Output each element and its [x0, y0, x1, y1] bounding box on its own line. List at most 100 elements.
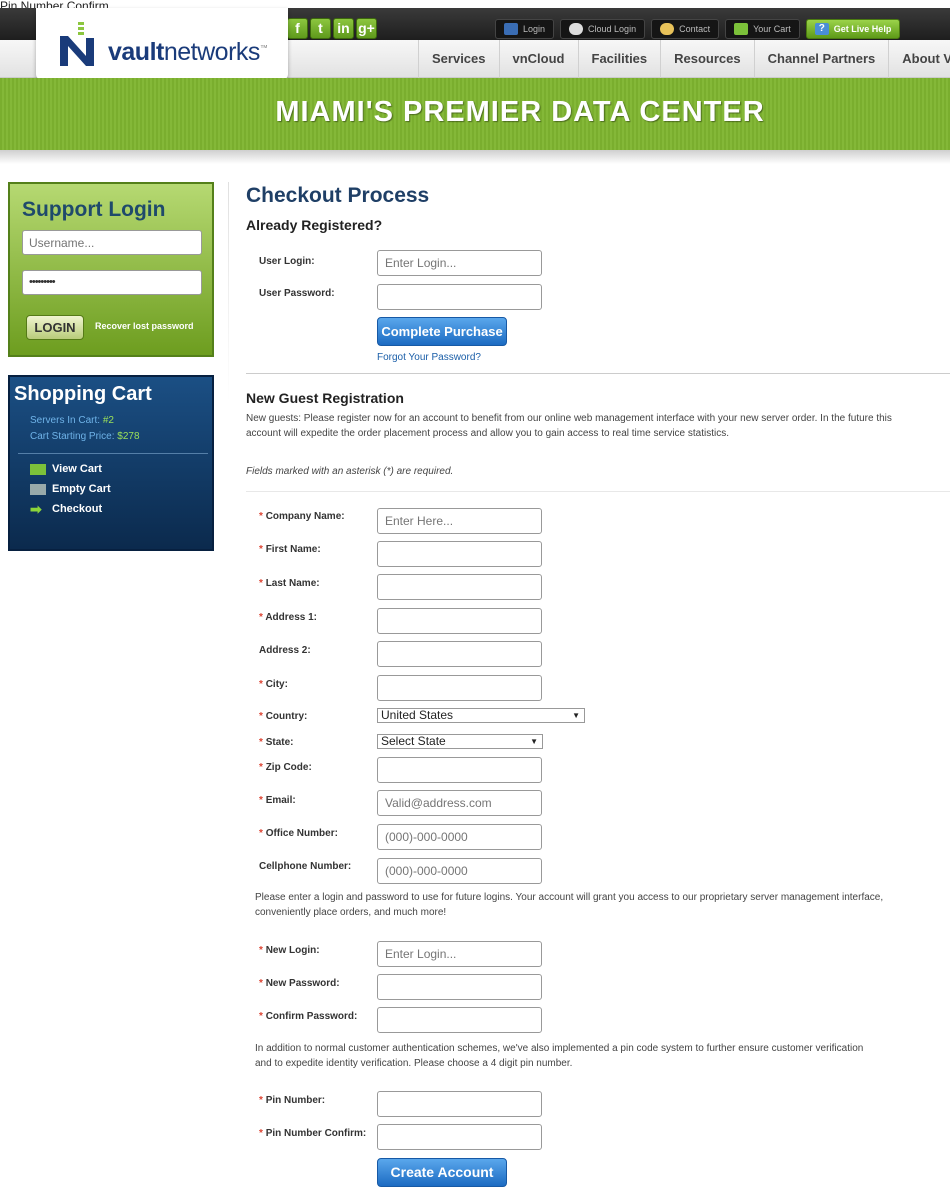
brand-name: vaultnetworks™ [108, 38, 268, 66]
view-cart-link[interactable]: View Cart [30, 463, 102, 475]
cloud-login-link[interactable]: Cloud Login [560, 19, 646, 39]
nav-about-vn[interactable]: About VN [888, 40, 950, 78]
support-login-title: Support Login [22, 198, 166, 221]
support-login-panel: Support Login ••••••••• LOGIN Recover lo… [8, 182, 214, 357]
linkedin-icon[interactable]: in [333, 18, 354, 39]
hero-banner: MIAMI'S PREMIER DATA CENTER [0, 78, 950, 150]
pin-confirm-input[interactable] [377, 1124, 542, 1150]
new-login-label: * New Login: [259, 945, 320, 956]
user-password-input[interactable] [377, 284, 542, 310]
address1-input[interactable] [377, 608, 542, 634]
office-number-input[interactable] [377, 824, 542, 850]
login-button[interactable]: LOGIN [26, 315, 84, 340]
checkout-main: Checkout Process Already Registered? Use… [246, 184, 950, 1187]
guest-heading: New Guest Registration [246, 390, 404, 406]
nav-resources[interactable]: Resources [660, 40, 753, 78]
new-password-input[interactable] [377, 974, 542, 1000]
address2-input[interactable] [377, 641, 542, 667]
office-number-label: * Office Number: [259, 828, 338, 839]
live-help-button[interactable]: ? Get Live Help [805, 19, 901, 39]
email-label: * Email: [259, 795, 296, 806]
login-info-line-2: conveniently place orders, and much more… [255, 907, 447, 918]
pin-info-line-1: In addition to normal customer authentic… [255, 1043, 864, 1054]
email-input[interactable] [377, 790, 542, 816]
column-divider [228, 182, 229, 402]
user-login-label: User Login: [259, 256, 315, 267]
googleplus-icon[interactable]: g+ [356, 18, 377, 39]
empty-cart-icon [30, 483, 46, 495]
cart-icon [30, 463, 46, 475]
guest-intro-line-2: account will expedite the order placemen… [246, 428, 730, 439]
password-input[interactable]: ••••••••• [22, 270, 202, 295]
form-divider [246, 491, 950, 492]
servers-in-cart: Servers In Cart: #2 [30, 415, 114, 426]
new-login-input[interactable] [377, 941, 542, 967]
required-note: Fields marked with an asterisk (*) are r… [246, 466, 454, 477]
nav-channel-partners[interactable]: Channel Partners [753, 40, 889, 78]
pin-number-label: * Pin Number: [259, 1095, 326, 1106]
pin-number-input[interactable] [377, 1091, 542, 1117]
confirm-password-label: * Confirm Password: [259, 1011, 358, 1022]
last-name-label: * Last Name: [259, 578, 320, 589]
pin-confirm-label: * Pin Number Confirm: [259, 1128, 367, 1139]
twitter-icon[interactable]: t [310, 18, 331, 39]
banner-shadow [0, 150, 950, 164]
registered-heading: Already Registered? [246, 217, 383, 233]
nav-facilities[interactable]: Facilities [577, 40, 661, 78]
new-password-label: * New Password: [259, 978, 340, 989]
country-select[interactable]: United States ▼ [377, 708, 585, 723]
nav-services[interactable]: Services [418, 40, 499, 78]
company-input[interactable] [377, 508, 542, 534]
cloud-icon [569, 23, 584, 35]
cart-icon [734, 23, 749, 35]
last-name-input[interactable] [377, 574, 542, 600]
state-select[interactable]: Select State ▼ [377, 734, 543, 749]
banner-title: MIAMI'S PREMIER DATA CENTER [275, 96, 765, 128]
site-logo[interactable]: vaultnetworks™ [36, 8, 288, 80]
user-login-input[interactable] [377, 250, 542, 276]
address1-label: * Address 1: [259, 612, 318, 623]
state-label: * State: [259, 737, 294, 748]
complete-purchase-button[interactable]: Complete Purchase [377, 317, 507, 346]
checkout-link[interactable]: ➡ Checkout [30, 500, 102, 517]
top-links: Login Cloud Login Contact Your Cart ? Ge… [495, 19, 901, 39]
shopping-cart-title: Shopping Cart [14, 383, 152, 405]
vault-n-icon [60, 22, 94, 66]
cart-starting-price: Cart Starting Price: $278 [30, 431, 140, 442]
forgot-password-link[interactable]: Forgot Your Password? [377, 352, 481, 363]
contact-link[interactable]: Contact [651, 19, 720, 39]
username-input[interactable] [22, 230, 202, 255]
city-label: * City: [259, 679, 288, 690]
cellphone-input[interactable] [377, 858, 542, 884]
your-cart-link[interactable]: Your Cart [725, 19, 800, 39]
dropdown-arrow-icon: ▼ [530, 737, 538, 746]
section-divider [246, 373, 950, 374]
cellphone-label: Cellphone Number: [259, 861, 352, 872]
dropdown-arrow-icon: ▼ [572, 711, 580, 720]
social-links: f t in g+ [287, 18, 377, 39]
address2-label: Address 2: [259, 645, 311, 656]
contact-icon [660, 23, 675, 35]
zip-label: * Zip Code: [259, 762, 312, 773]
help-icon: ? [814, 23, 829, 35]
guest-intro-line-1: New guests: Please register now for an a… [246, 413, 892, 424]
confirm-password-input[interactable] [377, 1007, 542, 1033]
vn-logo-icon [504, 23, 518, 35]
login-link[interactable]: Login [495, 19, 555, 39]
create-account-button[interactable]: Create Account [377, 1158, 507, 1187]
facebook-icon[interactable]: f [287, 18, 308, 39]
page-caption: Pin Number Confirm [0, 0, 109, 8]
cart-divider [18, 453, 208, 454]
country-label: * Country: [259, 711, 308, 722]
empty-cart-link[interactable]: Empty Cart [30, 483, 111, 495]
shopping-cart-panel: Shopping Cart Servers In Cart: #2 Cart S… [8, 375, 214, 551]
arrow-right-icon: ➡ [30, 500, 42, 517]
pin-info-line-2: and to expedite identity verification. P… [255, 1058, 573, 1069]
recover-password-link[interactable]: Recover lost password [95, 321, 194, 331]
page-title: Checkout Process [246, 184, 430, 207]
city-input[interactable] [377, 675, 542, 701]
nav-vncloud[interactable]: vnCloud [498, 40, 578, 78]
login-info-line-1: Please enter a login and password to use… [255, 892, 884, 903]
zip-input[interactable] [377, 757, 542, 783]
first-name-input[interactable] [377, 541, 542, 567]
